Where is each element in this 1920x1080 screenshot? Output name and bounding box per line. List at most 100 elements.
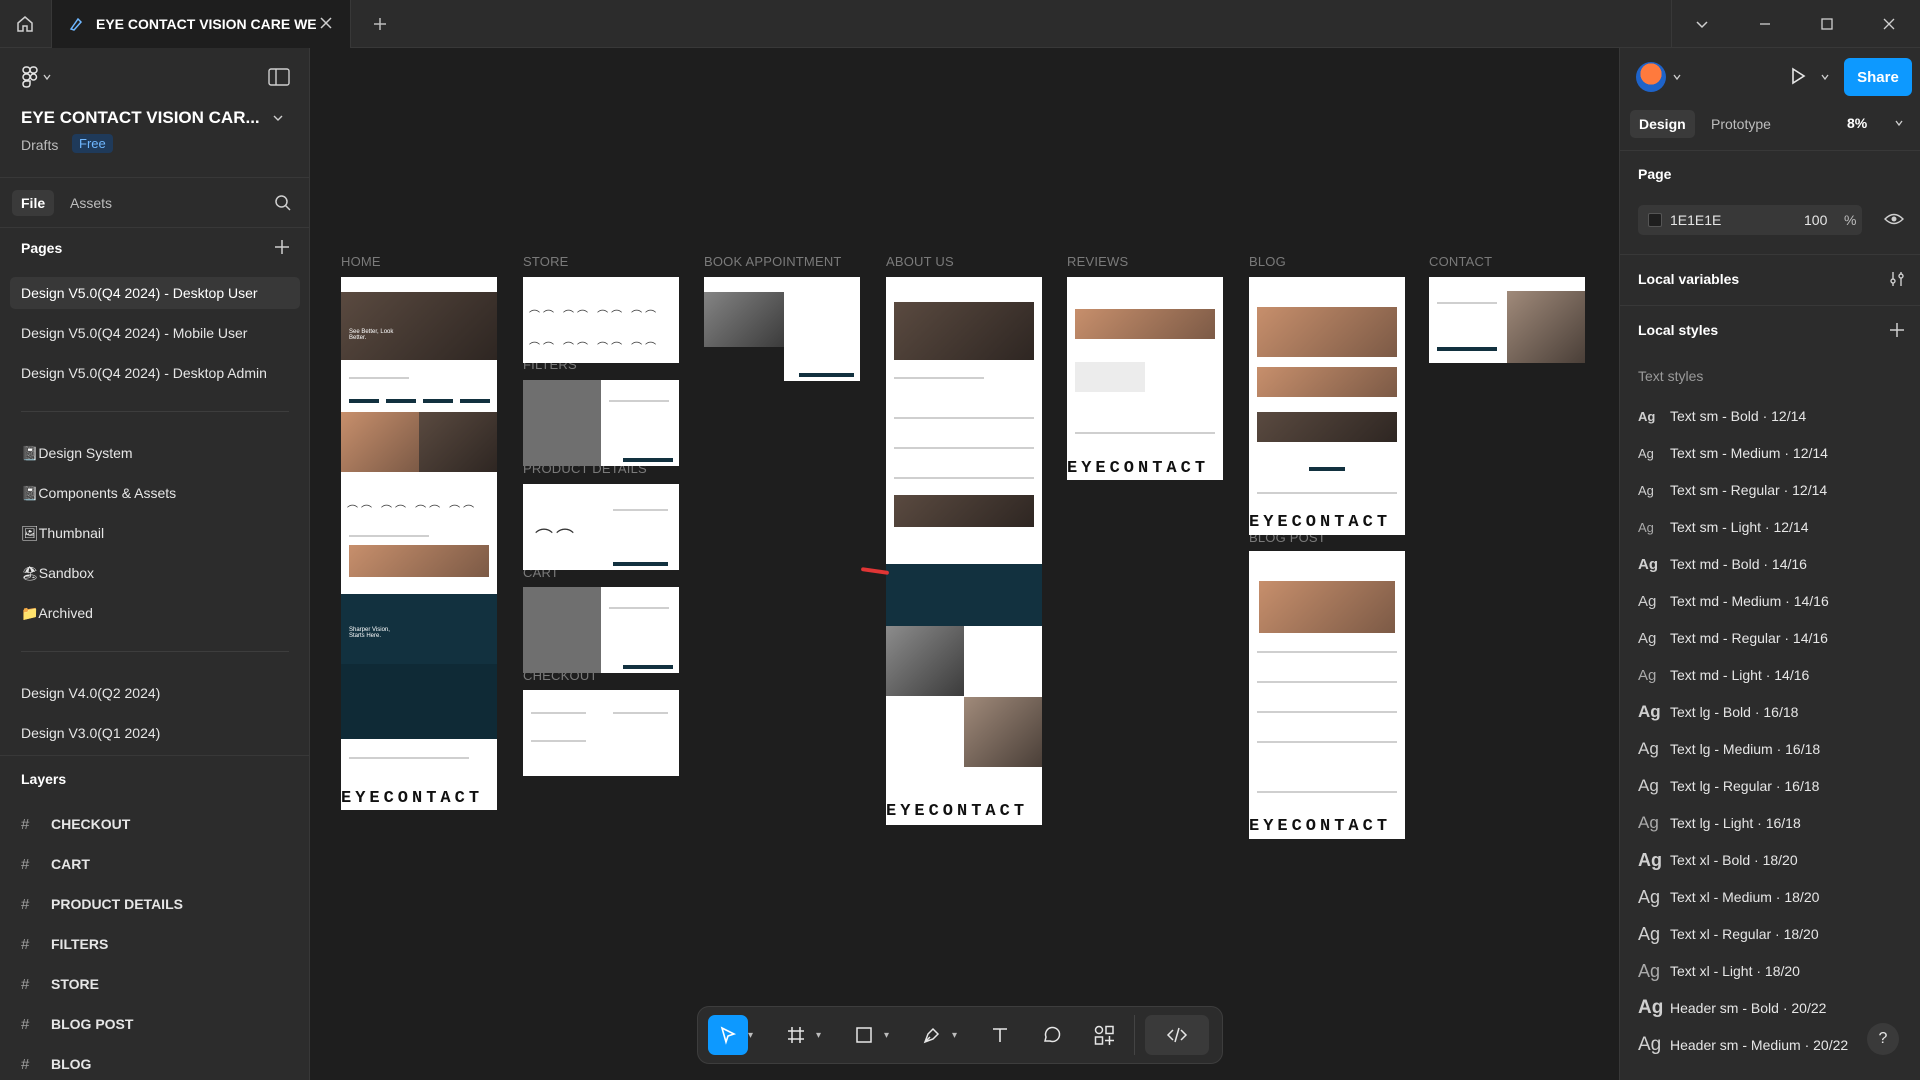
comment-tool-button[interactable]	[1032, 1015, 1072, 1055]
add-style-icon[interactable]	[1888, 321, 1906, 339]
text-style-item[interactable]: Ag Text lg - Regular · 16/18	[1638, 771, 1819, 801]
page-item[interactable]: Design V4.0(Q2 2024)	[10, 677, 300, 709]
frame-about-us[interactable]: EYECONTACT	[886, 277, 1042, 825]
frame-label[interactable]: BLOG	[1249, 254, 1286, 269]
color-swatch[interactable]	[1648, 213, 1662, 227]
frame-reviews[interactable]: EYECONTACT	[1067, 277, 1223, 480]
layer-item[interactable]: # STORE	[21, 970, 99, 998]
maximize-button[interactable]	[1797, 0, 1857, 48]
layer-item[interactable]: # CHECKOUT	[21, 810, 130, 838]
eye-icon[interactable]	[1884, 212, 1904, 226]
layer-item[interactable]: # BLOG	[21, 1050, 91, 1078]
chevron-down-icon[interactable]: ▾	[884, 1030, 900, 1041]
layer-item[interactable]: # PRODUCT DETAILS	[21, 890, 183, 918]
drafts-link[interactable]: Drafts	[21, 137, 58, 153]
chevron-down-icon[interactable]: ▾	[816, 1030, 832, 1041]
text-style-item[interactable]: Ag Text sm - Medium · 12/14	[1638, 438, 1828, 468]
frame-label[interactable]: REVIEWS	[1067, 254, 1128, 269]
page-item[interactable]: 📁Archived	[10, 597, 300, 629]
text-style-item[interactable]: Ag Text md - Medium · 14/16	[1638, 586, 1829, 616]
chevron-down-icon[interactable]	[1820, 72, 1830, 82]
color-hex-input[interactable]: 1E1E1E	[1670, 212, 1721, 228]
text-style-item[interactable]: Ag Text xl - Regular · 18/20	[1638, 919, 1819, 949]
text-style-item[interactable]: Ag Text sm - Regular · 12/14	[1638, 475, 1827, 505]
share-button[interactable]: Share	[1844, 58, 1912, 96]
frame-blog-post[interactable]: EYECONTACT	[1249, 551, 1405, 839]
text-style-item[interactable]: Ag Header sm - Bold · 20/22	[1638, 993, 1826, 1023]
file-tab[interactable]: EYE CONTACT VISION CARE WE	[51, 0, 351, 48]
tab-file[interactable]: File	[12, 190, 55, 216]
frame-filters[interactable]	[523, 380, 679, 466]
chevron-down-icon[interactable]: ▾	[952, 1030, 968, 1041]
move-tool-button[interactable]	[708, 1015, 748, 1055]
file-name[interactable]: EYE CONTACT VISION CAR...	[21, 108, 260, 128]
page-item[interactable]: Design V5.0(Q4 2024) - Desktop Admin	[10, 357, 300, 389]
text-style-item[interactable]: Ag Text sm - Light · 12/14	[1638, 512, 1809, 542]
frame-home[interactable]: See Better, Look Better. ⌒⌒ ⌒⌒ ⌒⌒ ⌒⌒ Sha…	[341, 277, 497, 810]
play-icon[interactable]	[1788, 66, 1808, 86]
text-style-item[interactable]: Ag Text xl - Bold · 18/20	[1638, 845, 1798, 875]
close-window-button[interactable]	[1859, 0, 1919, 48]
frame-blog[interactable]: EYECONTACT	[1249, 277, 1405, 535]
tab-prototype[interactable]: Prototype	[1702, 110, 1780, 138]
text-style-item[interactable]: Ag Text lg - Bold · 16/18	[1638, 697, 1798, 727]
page-item[interactable]: 📓Design System	[10, 437, 300, 469]
text-style-item[interactable]: Ag Text lg - Medium · 16/18	[1638, 734, 1820, 764]
home-button[interactable]	[0, 0, 50, 48]
new-tab-button[interactable]	[368, 12, 392, 36]
text-tool-button[interactable]	[980, 1015, 1020, 1055]
frame-label[interactable]: HOME	[341, 254, 381, 269]
dev-mode-toggle[interactable]	[1145, 1015, 1209, 1055]
tab-assets[interactable]: Assets	[61, 190, 121, 216]
chevron-down-icon[interactable]	[1672, 72, 1682, 82]
page-item[interactable]: 📓Components & Assets	[10, 477, 300, 509]
text-style-item[interactable]: Ag Text xl - Medium · 18/20	[1638, 882, 1819, 912]
frame-book-appointment[interactable]	[704, 277, 860, 381]
text-style-item[interactable]: Ag Text md - Light · 14/16	[1638, 660, 1809, 690]
page-item[interactable]: 🏖Sandbox	[10, 557, 300, 589]
frame-label[interactable]: BOOK APPOINTMENT	[704, 254, 842, 269]
add-page-icon[interactable]	[273, 238, 291, 256]
rectangle-tool-button[interactable]	[844, 1015, 884, 1055]
tab-design[interactable]: Design	[1630, 110, 1695, 138]
page-item[interactable]: Design V5.0(Q4 2024) - Mobile User	[10, 317, 300, 349]
actions-tool-button[interactable]	[1084, 1015, 1124, 1055]
frame-label[interactable]: CONTACT	[1429, 254, 1492, 269]
opacity-input[interactable]: 100	[1804, 212, 1827, 228]
text-style-item[interactable]: Ag Header sm - Medium · 20/22	[1638, 1030, 1848, 1060]
frame-store[interactable]: ⌒⌒ ⌒⌒ ⌒⌒ ⌒⌒ ⌒⌒ ⌒⌒ ⌒⌒ ⌒⌒	[523, 277, 679, 363]
text-style-item[interactable]: Ag Text md - Bold · 14/16	[1638, 549, 1807, 579]
search-icon[interactable]	[274, 194, 292, 212]
page-color-field[interactable]: 1E1E1E 100 %	[1638, 205, 1862, 235]
layer-item[interactable]: # BLOG POST	[21, 1010, 133, 1038]
text-style-item[interactable]: Ag Text xl - Light · 18/20	[1638, 956, 1800, 986]
text-style-item[interactable]: Ag Text md - Regular · 14/16	[1638, 623, 1828, 653]
layer-item[interactable]: # CART	[21, 850, 90, 878]
page-item[interactable]: 🖼Thumbnail	[10, 517, 300, 549]
design-canvas[interactable]: HOME STORE BOOK APPOINTMENT ABOUT US REV…	[311, 49, 1618, 1080]
close-icon[interactable]	[318, 15, 334, 31]
pen-tool-button[interactable]	[912, 1015, 952, 1055]
avatar[interactable]	[1636, 62, 1666, 92]
help-button[interactable]: ?	[1867, 1023, 1899, 1055]
minimize-button[interactable]	[1735, 0, 1795, 48]
frame-contact[interactable]	[1429, 277, 1585, 363]
plan-badge[interactable]: Free	[72, 134, 113, 153]
chevron-down-icon[interactable]	[272, 112, 284, 124]
text-style-item[interactable]: Ag Text sm - Bold · 12/14	[1638, 401, 1806, 431]
zoom-level[interactable]: 8%	[1847, 115, 1867, 131]
chevron-down-icon[interactable]: ▾	[748, 1030, 764, 1041]
frame-cart[interactable]	[523, 587, 679, 673]
frame-label[interactable]: ABOUT US	[886, 254, 954, 269]
page-item[interactable]: Design V3.0(Q1 2024)	[10, 717, 300, 749]
text-style-item[interactable]: Ag Text lg - Light · 16/18	[1638, 808, 1801, 838]
frame-checkout[interactable]	[523, 690, 679, 776]
layer-item[interactable]: # FILTERS	[21, 930, 108, 958]
tabs-dropdown-button[interactable]	[1672, 0, 1732, 48]
frame-tool-button[interactable]	[776, 1015, 816, 1055]
page-item[interactable]: Design V5.0(Q4 2024) - Desktop User	[10, 277, 300, 309]
variables-icon[interactable]	[1888, 270, 1906, 288]
local-variables-title[interactable]: Local variables	[1638, 271, 1739, 287]
main-menu-button[interactable]	[22, 66, 52, 88]
chevron-down-icon[interactable]	[1894, 118, 1904, 128]
